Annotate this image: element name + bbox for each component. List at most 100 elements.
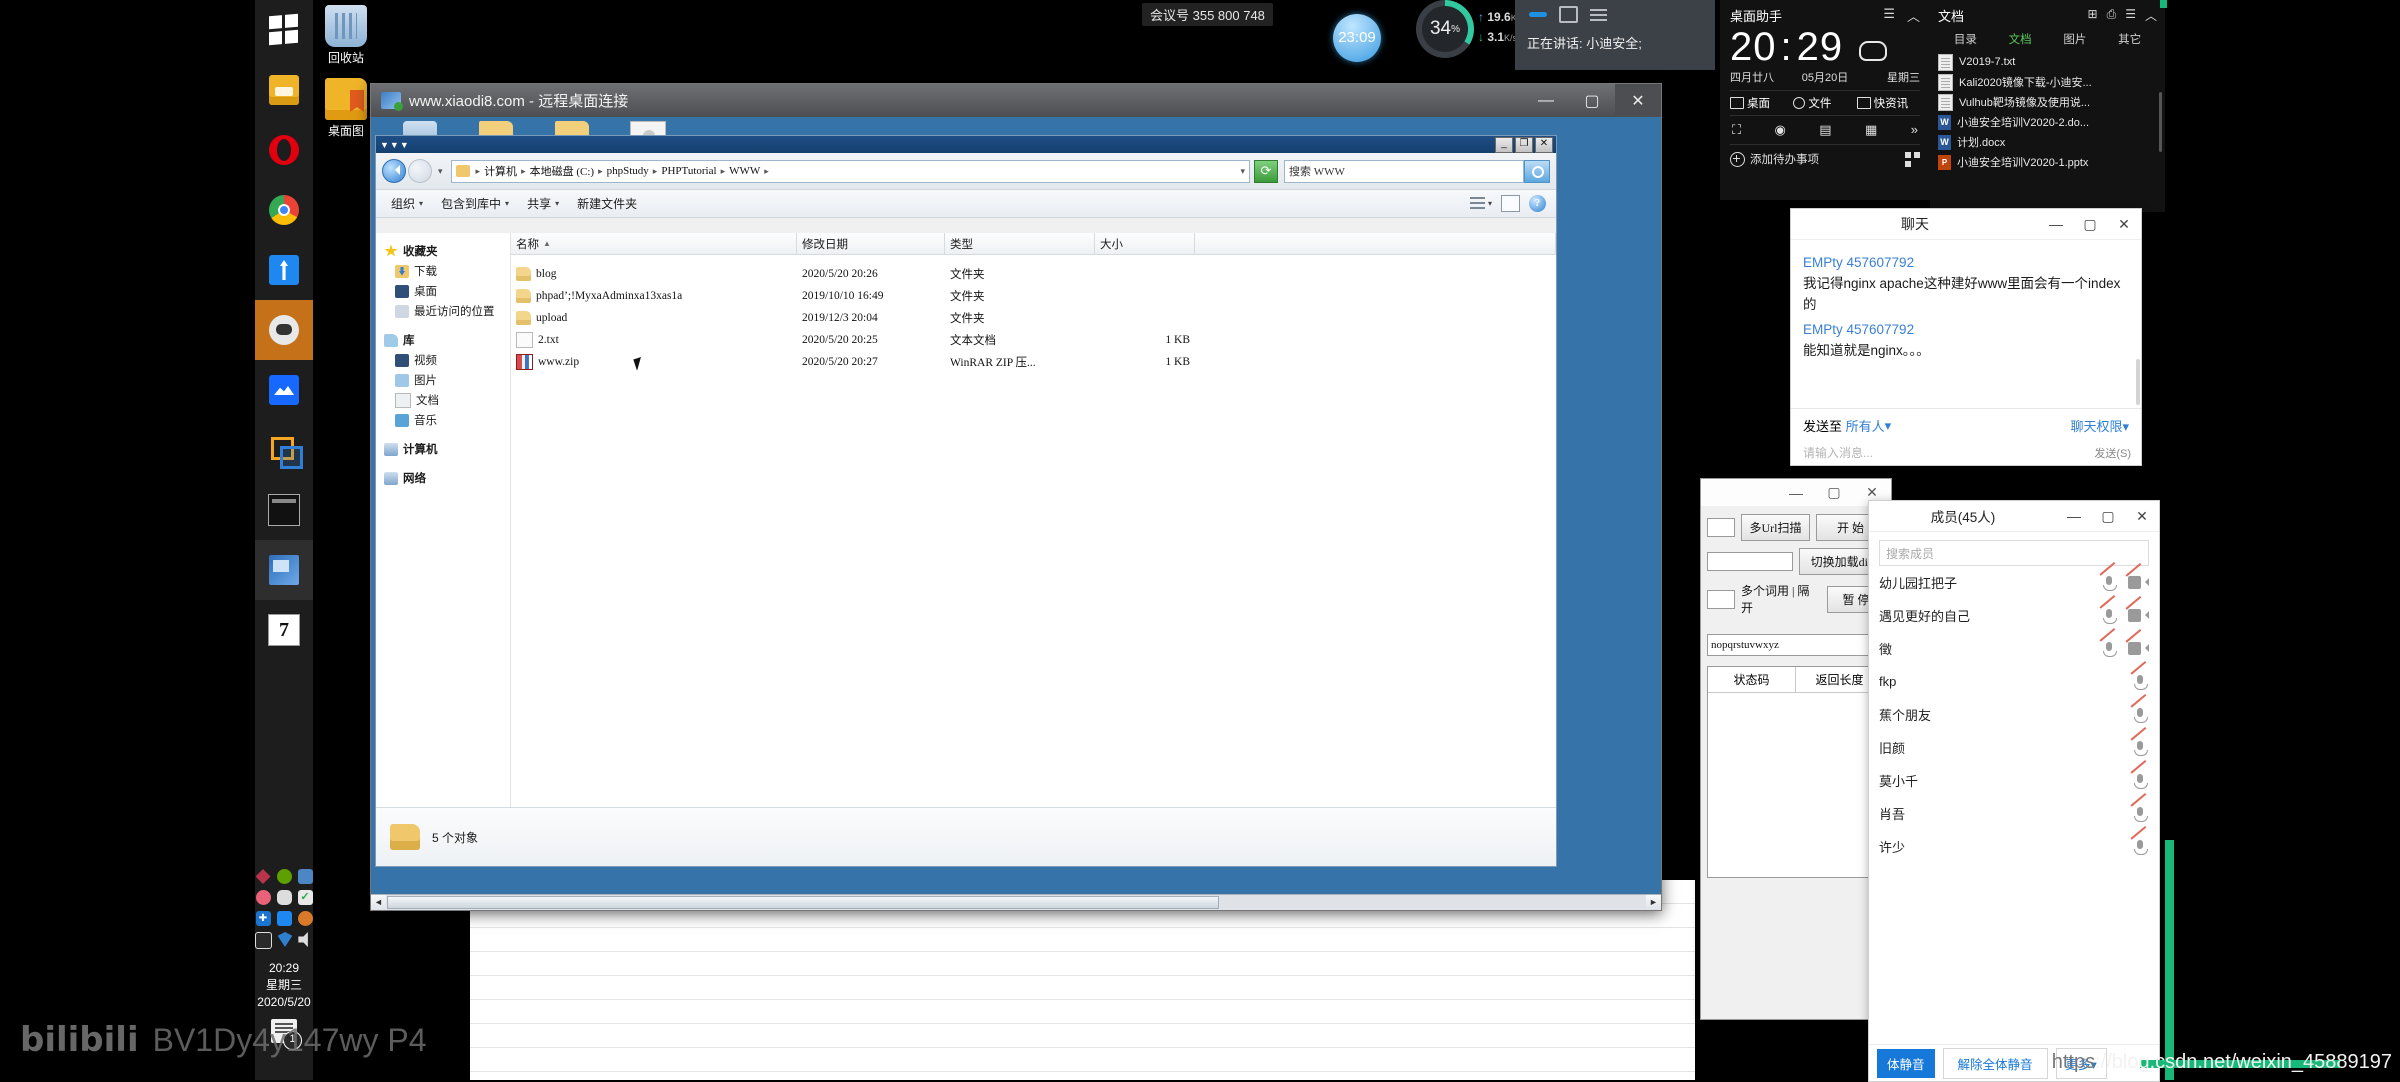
address-bar[interactable]: ▸ 计算机 ▸ 本地磁盘 (C:) ▸ phpStudy ▸ PHPTutori… [450,159,1250,183]
scroll-left-icon[interactable]: ◄ [371,895,386,910]
assistant-action-desktop[interactable]: 桌面 [1730,95,1793,111]
list-item[interactable]: 徵 [1869,627,2159,665]
chat-permission-button[interactable]: 聊天权限▾ [2070,416,2129,435]
mute-all-button[interactable]: 体静音 [1877,1048,1935,1078]
chat-scrollbar[interactable] [2136,359,2140,405]
cpu-usage-ring[interactable]: 34% [1416,0,1474,58]
scrollbar-thumb[interactable] [387,896,1219,909]
tab-documents[interactable]: 文档 [1993,31,2048,47]
rdp-close-button[interactable]: ✕ [1615,84,1661,117]
chat-minimize-button[interactable]: — [2039,209,2073,239]
tab-images[interactable]: 图片 [2048,31,2103,47]
members-minimize-button[interactable]: — [2057,501,2091,531]
qr-code-icon[interactable] [1905,151,1920,167]
results-table[interactable]: 状态码 返回长度 [1707,666,1885,878]
list-item[interactable]: 莫小千 [1869,759,2159,797]
view-list-icon[interactable] [1469,197,1485,210]
navicat-app-icon[interactable] [255,360,313,420]
lock-icon[interactable]: ⎙ [2107,7,2117,24]
mic-muted-icon[interactable] [2099,561,2117,591]
members-title-bar[interactable]: 成员(45人) — ▢ ✕ [1869,501,2159,532]
table-row[interactable]: upload 2019/12/3 20:04 文件夹 [511,307,1556,329]
send-to-target[interactable]: 所有人 [1846,416,1885,435]
member-search-input[interactable]: 搜索成员 [1879,540,2149,566]
breadcrumb-phpstudy[interactable]: phpStudy [605,165,651,177]
back-button[interactable] [382,159,406,183]
collapse-icon[interactable]: ︿ [2145,7,2157,24]
assistant-action-news[interactable]: 快资讯 [1856,95,1920,111]
sidebar-item-recent-places[interactable]: 最近访问的位置 [384,301,510,321]
organize-menu[interactable]: 组织 ▾ [382,193,432,215]
mic-muted-icon[interactable] [2130,792,2148,822]
list-item[interactable]: 幼儿园扛把子 [1869,561,2159,599]
tray-check-icon[interactable]: ✓ [297,890,313,905]
more-tools-icon[interactable]: » [1911,122,1918,138]
chat-window[interactable]: 聊天 — ▢ ✕ EMPty 457607792 我记得nginx apache… [1790,208,2142,466]
camera-off-icon[interactable] [2125,628,2149,655]
column-header-status-code[interactable]: 状态码 [1708,667,1796,693]
menu-icon[interactable]: ☰ [1883,6,1895,25]
chrome-browser-icon[interactable] [255,180,313,240]
list-item[interactable]: fkp [1869,660,2159,698]
minimize-bar-icon[interactable] [1529,12,1547,17]
sidebar-item-network[interactable]: 网络 [384,468,510,488]
list-item[interactable]: 许少 [1869,825,2159,863]
restore-window-icon[interactable] [1559,6,1578,23]
members-list[interactable]: 幼儿园扛把子 遇见更好的自己 徵 fkp 蕉个朋友 旧颜 莫小千 肖吾 许少 [1869,561,2159,863]
tray-bluetooth-icon[interactable]: ✚ [255,911,271,926]
table-row[interactable]: blog 2020/5/20 20:26 文件夹 [511,263,1556,285]
chevron-down-icon[interactable]: ▾ [1885,418,1892,434]
file-list[interactable]: 名称 ▲ 修改日期 类型 大小 blog 2020/5/20 20:26 文件夹… [511,233,1556,808]
chat-message-list[interactable]: EMPty 457607792 我记得nginx apache这种建好www里面… [1791,240,2141,408]
eye-tool-icon[interactable]: ◉ [1775,122,1786,138]
tray-volume-icon[interactable] [298,932,308,947]
members-close-button[interactable]: ✕ [2125,501,2159,531]
documents-scrollbar[interactable] [2159,92,2162,152]
mic-muted-icon[interactable] [2099,627,2117,657]
documents-widget[interactable]: 文档 ⊞ ⎙ ☰ ︿ 目录 文档 图片 其它 V2019-7.txt Kali2… [1930,0,2165,212]
mic-muted-icon[interactable] [2130,726,2148,756]
tray-shield-icon[interactable] [255,869,271,884]
list-item[interactable]: P 小迪安全培训V2020-1.pptx [1938,152,2157,172]
desktop-icon-recycle-bin[interactable]: 回收站 [300,5,392,66]
rdp-minimize-button[interactable]: — [1523,84,1569,117]
tool-maximize-button[interactable]: ▢ [1815,479,1853,506]
vmware-app-icon[interactable] [255,420,313,480]
explorer-maximize-button[interactable]: ❐ [1515,136,1533,153]
library-header[interactable]: 库 [384,330,510,350]
chat-send-button[interactable]: 发送(S) [2094,445,2131,461]
sidebar-item-computer[interactable]: 计算机 [384,439,510,459]
column-header-date[interactable]: 修改日期 [797,233,945,254]
grid-view-icon[interactable]: ⊞ [2088,7,2098,24]
tray-monitor-icon[interactable] [297,869,313,884]
mic-muted-icon[interactable] [2130,660,2148,690]
favorites-header[interactable]: 收藏夹 [384,241,510,261]
breadcrumb-local-disk[interactable]: 本地磁盘 (C:) [528,163,596,179]
tray-fox-icon[interactable] [297,911,313,926]
view-dropdown-icon[interactable]: ▾ [1488,199,1492,208]
desktop-assistant-widget[interactable]: 桌面助手 ☰ ︿ 20 : 29 四月廿八 05月20日 星期三 桌面 文件 快… [1720,0,1930,200]
sidebar-item-desktop[interactable]: 桌面 [384,281,510,301]
column-header-name[interactable]: 名称 ▲ [511,233,797,254]
assistant-action-files[interactable]: 文件 [1793,95,1856,111]
remote-desktop-window[interactable]: www.xiaodi8.com - 远程桌面连接 — ▢ ✕ ▼▼▼ _ ❐ ✕ [370,83,1662,911]
sidebar-item-music[interactable]: 音乐 [384,410,510,430]
rdp-session-area[interactable]: ▼▼▼ _ ❐ ✕ ▾ ▸ 计算机 ▸ 本地磁盘 (C:) ▸ phpStudy… [371,117,1661,910]
tool-minimize-button[interactable]: — [1777,479,1815,506]
explorer-title-bar[interactable]: ▼▼▼ _ ❐ ✕ [376,136,1556,153]
members-maximize-button[interactable]: ▢ [2091,501,2125,531]
multi-url-scan-button[interactable]: 多Url扫描 [1741,514,1810,541]
command-prompt-icon[interactable] [255,480,313,540]
rdp-title-bar[interactable]: www.xiaodi8.com - 远程桌面连接 — ▢ ✕ [371,84,1661,117]
rdp-horizontal-scrollbar[interactable]: ◄ ► [371,894,1661,910]
calendar-seven-icon[interactable]: 7 [255,600,313,660]
calculator-tool-icon[interactable]: ▦ [1865,122,1877,138]
collapse-icon[interactable]: ︿ [1907,6,1920,25]
table-row[interactable]: phpad’;!MyxaAdminxa13xas1a 2019/10/10 16… [511,285,1556,307]
remote-desktop-icon[interactable] [255,540,313,600]
explorer-close-button[interactable]: ✕ [1535,136,1553,153]
file-explorer-window[interactable]: ▼▼▼ _ ❐ ✕ ▾ ▸ 计算机 ▸ 本地磁盘 (C:) ▸ phpStudy… [375,135,1557,867]
list-item[interactable]: Vulhub靶场镜像及使用说... [1938,92,2157,112]
tray-flower-icon[interactable] [255,890,271,905]
floating-clock-bubble[interactable]: 23:09 [1333,14,1381,62]
